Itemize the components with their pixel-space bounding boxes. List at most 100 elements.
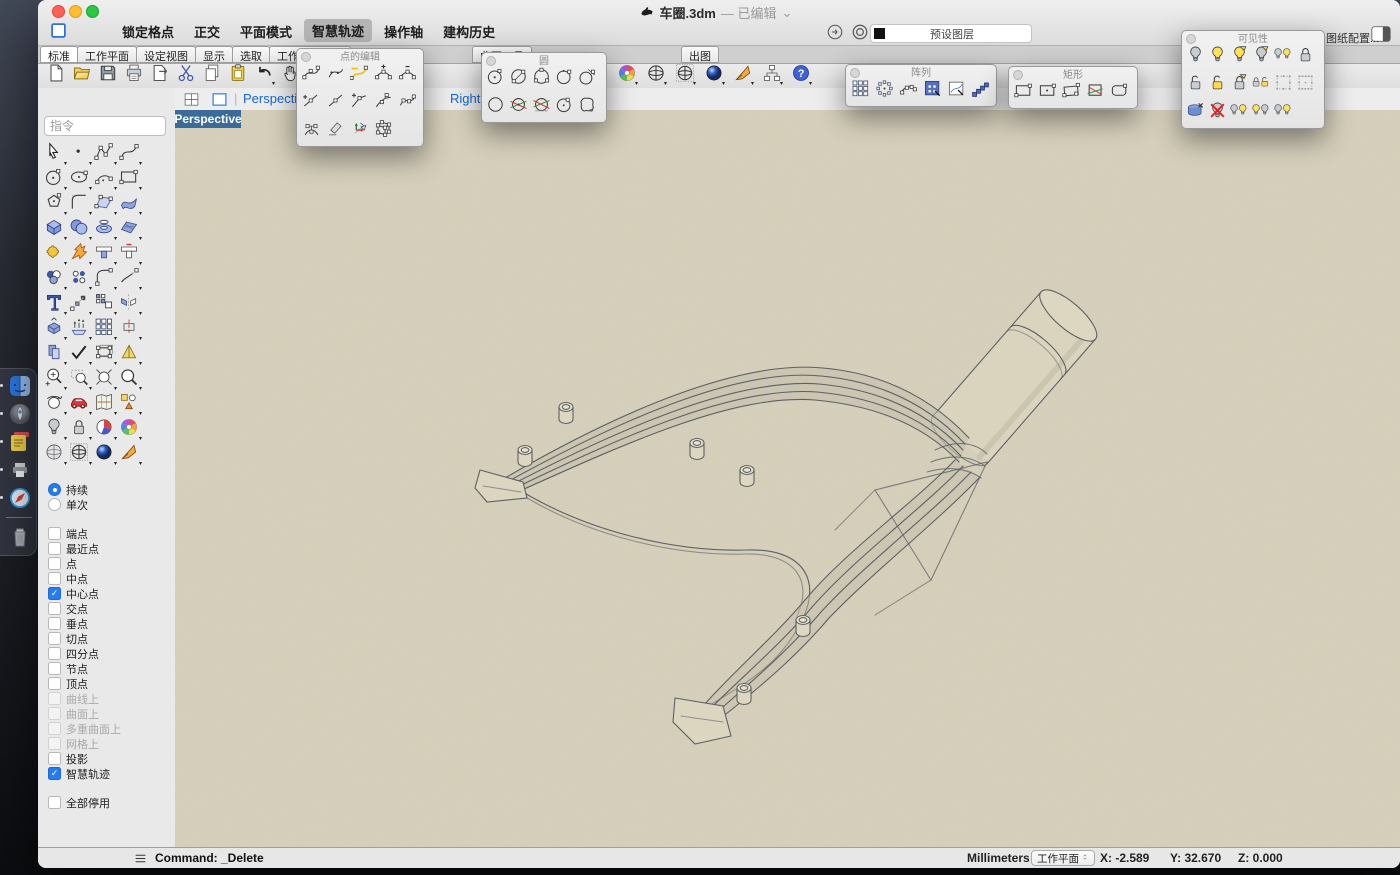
hide-bulb-button[interactable]: ▾ — [41, 417, 66, 442]
circle-tangent-2-button[interactable] — [507, 94, 530, 119]
open-file-button[interactable] — [71, 64, 92, 87]
toolbar-tab[interactable]: 工作平面 — [77, 46, 137, 63]
menubar-item[interactable]: 锁定格点 — [122, 22, 174, 41]
scale-button[interactable]: ▾ — [66, 292, 91, 317]
circle-center-button[interactable] — [484, 66, 507, 91]
hide-bulb-button[interactable] — [1184, 44, 1206, 69]
paste-button[interactable] — [227, 64, 248, 87]
toolbar-tab[interactable]: 选取 — [232, 46, 270, 63]
color-wheel-button[interactable]: ▾ — [116, 417, 141, 442]
osnap-checkbox-option[interactable]: 点 — [48, 556, 173, 571]
cplane-selector[interactable]: 工作平面 — [1031, 850, 1095, 866]
target-display-button[interactable] — [851, 23, 869, 41]
array-polar-button[interactable] — [872, 78, 896, 103]
floating-palette[interactable]: 圆 — [481, 52, 607, 123]
explode-button[interactable]: ▾ — [66, 242, 91, 267]
join-puzzle-button[interactable]: ▾ — [41, 242, 66, 267]
gridded-view-button[interactable]: ▾ — [66, 442, 91, 467]
wireframe-view-button[interactable]: ▾ — [645, 64, 666, 87]
show-pair-b-button[interactable] — [1250, 100, 1272, 125]
solid-spheres-button[interactable]: ▾ — [66, 217, 91, 242]
gridded-view-button[interactable]: ▾ — [674, 64, 695, 87]
new-document-button[interactable] — [45, 64, 66, 87]
dock-item-safari[interactable] — [8, 486, 32, 510]
eraser-button[interactable] — [323, 118, 347, 143]
palette-close-button[interactable] — [850, 68, 860, 78]
boolean-circles-button[interactable]: ▾ — [41, 267, 66, 292]
osnap-checkbox-option[interactable]: ✓智慧轨迹 — [48, 766, 173, 781]
osnap-radio-option[interactable]: 单次 — [48, 497, 173, 512]
active-viewport-tab[interactable]: Perspective — [175, 110, 241, 128]
viewport-name-right[interactable]: Right — [450, 91, 480, 106]
array-rect-button[interactable]: ▾ — [91, 317, 116, 342]
print-button[interactable] — [123, 64, 144, 87]
copy-button[interactable] — [201, 64, 222, 87]
palette-close-button[interactable] — [486, 56, 496, 66]
surface-plane-button[interactable]: ▾ — [91, 192, 116, 217]
lock-button[interactable] — [1294, 44, 1316, 69]
osnap-checkbox-option[interactable]: 中点 — [48, 571, 173, 586]
magnifier-button[interactable]: ▾ — [116, 367, 141, 392]
toolbar-tab[interactable]: 出图 — [681, 46, 719, 63]
control-points-on-button[interactable] — [299, 62, 323, 87]
lock-button[interactable]: ▾ — [66, 417, 91, 442]
analyze-pie-button[interactable]: ▾ — [91, 417, 116, 442]
block-button[interactable]: ▾ — [91, 292, 116, 317]
swap-bulb-button[interactable] — [1250, 44, 1272, 69]
mirror-button[interactable]: ▾ — [116, 292, 141, 317]
move-point-button[interactable] — [323, 90, 347, 115]
lock-swap-pair-button[interactable] — [1250, 72, 1272, 97]
display-flag-button[interactable]: ▾ — [116, 442, 141, 467]
circle-center-button[interactable]: ▾ — [41, 167, 66, 192]
rect-rounded-button[interactable] — [1107, 80, 1131, 105]
osnap-checkbox-option[interactable]: 端点 — [48, 526, 173, 541]
menubar-item[interactable]: 正交 — [194, 22, 220, 41]
osnap-radio-option[interactable]: 持续 — [48, 482, 173, 497]
surface-curved-button[interactable]: ▾ — [116, 192, 141, 217]
isolate-objects-button[interactable] — [1184, 100, 1206, 125]
fillet-curve-button[interactable]: ▾ — [66, 192, 91, 217]
extrude-surface-button[interactable]: ▾ — [66, 317, 91, 342]
viewport-canvas[interactable]: Perspective — [175, 110, 1400, 848]
document-title[interactable]: 车圈.3dm — 已编辑 ⌄ — [640, 3, 793, 22]
command-input[interactable] — [44, 116, 166, 136]
extend-curve-button[interactable]: ▾ — [116, 267, 141, 292]
close-window-button[interactable] — [52, 5, 65, 18]
status-menu-icon[interactable] — [134, 852, 147, 864]
osnap-checkbox-option[interactable]: 最近点 — [48, 541, 173, 556]
solid-torus-button[interactable]: ▾ — [91, 217, 116, 242]
zoom-extents-button[interactable]: ▾ — [91, 367, 116, 392]
show-selected-bulb-button[interactable] — [1228, 44, 1250, 69]
osnap-checkbox-option[interactable]: 交点 — [48, 601, 173, 616]
preset-layers-field[interactable]: 预设图层 — [870, 24, 1032, 43]
toolbar-tab[interactable]: 显示 — [195, 46, 233, 63]
show-swap-pair-button[interactable] — [1272, 44, 1294, 69]
dock-item-launchpad[interactable] — [8, 402, 32, 426]
insert-kink-button[interactable] — [299, 90, 323, 115]
show-pair-a-button[interactable] — [1228, 100, 1250, 125]
extrude-solid-button[interactable]: ▾ — [41, 317, 66, 342]
palette-close-button[interactable] — [1013, 70, 1023, 80]
cut-button[interactable] — [175, 64, 196, 87]
cage-edit-button[interactable] — [371, 118, 395, 143]
osnap-checkbox-option[interactable]: 曲线上 — [48, 691, 173, 706]
rendered-view-button[interactable]: ▾ — [703, 64, 724, 87]
control-points-off-button[interactable] — [323, 62, 347, 87]
shaded-view-button[interactable]: ▾ — [41, 442, 66, 467]
floating-palette[interactable]: 可见性 — [1181, 30, 1325, 129]
help-button[interactable]: ?▾ — [790, 64, 811, 87]
menubar-item[interactable]: 平面模式 — [240, 22, 292, 41]
osnap-checkbox-option[interactable]: 节点 — [48, 661, 173, 676]
rendered-view-button[interactable]: ▾ — [91, 442, 116, 467]
four-viewports-icon[interactable] — [183, 91, 200, 107]
save-file-button[interactable] — [97, 64, 118, 87]
trim-pipe-button[interactable]: ▾ — [91, 242, 116, 267]
dock-item-trash[interactable] — [8, 525, 32, 549]
circle-diameter-button[interactable] — [507, 66, 530, 91]
surface-patch-button[interactable]: ▾ — [116, 217, 141, 242]
solid-box-button[interactable]: ▾ — [41, 217, 66, 242]
plan-map-button[interactable]: ▾ — [91, 392, 116, 417]
osnap-checkbox-option[interactable]: 投影 — [48, 751, 173, 766]
curve-highlight-button[interactable] — [347, 62, 371, 87]
copy-objects-button[interactable]: ▾ — [41, 342, 66, 367]
